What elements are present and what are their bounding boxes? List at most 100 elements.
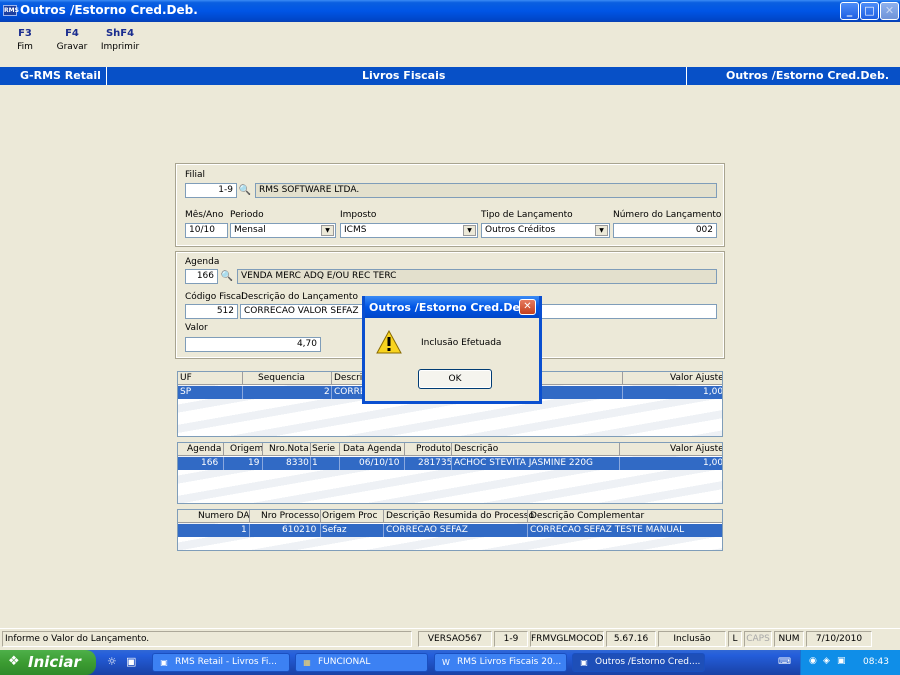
column-header[interactable]: Data Agenda — [343, 444, 402, 454]
cell: 281735 — [418, 458, 453, 468]
warning-icon — [376, 330, 402, 354]
status-filial: 1-9 — [494, 631, 528, 647]
status-caps: CAPS — [744, 631, 772, 647]
minimize-button[interactable]: _ — [840, 2, 859, 20]
chevron-down-icon[interactable]: ▼ — [463, 225, 476, 236]
cell: CORRECAO SEFAZ TESTE MANUAL — [530, 525, 685, 535]
grid-header: Agenda Origem Nro.Nota Serie Data Agenda… — [178, 443, 722, 456]
column-header[interactable]: Serie — [312, 444, 335, 454]
network-icon[interactable]: ◉ — [809, 656, 817, 666]
table-row[interactable]: 166 19 8330 1 06/10/10 281735 ACHOC STEV… — [178, 457, 723, 470]
chevron-down-icon[interactable]: ▼ — [595, 225, 608, 236]
status-num: NUM — [774, 631, 804, 647]
descricao-label: Descrição do Lançamento — [241, 292, 358, 302]
filial-code-input[interactable]: 1-9 — [185, 183, 237, 198]
rms-tray-icon[interactable]: ▣ — [837, 656, 846, 666]
periodo-label: Periodo — [230, 210, 264, 220]
valor-input[interactable]: 4,70 — [185, 337, 321, 352]
close-button[interactable]: ✕ — [880, 2, 899, 20]
module-header-bar: G-RMS Retail Livros Fiscais Outros /Esto… — [0, 67, 900, 85]
module-title: Livros Fiscais — [362, 69, 446, 82]
agenda-grid[interactable]: Agenda Origem Nro.Nota Serie Data Agenda… — [177, 442, 723, 504]
cell: 166 — [201, 458, 219, 468]
status-bar: Informe o Valor do Lançamento. VERSAO567… — [0, 628, 900, 648]
maximize-button[interactable]: □ — [860, 2, 879, 20]
shield-icon[interactable]: ◈ — [823, 656, 830, 666]
numero-input[interactable]: 002 — [613, 223, 717, 238]
taskbar-item-funcional[interactable]: ▦ FUNCIONAL — [295, 653, 428, 672]
separator — [106, 67, 107, 85]
column-header[interactable]: Valor Ajuste — [670, 373, 722, 383]
taskbar-item-outros-estorno[interactable]: ▣ Outros /Estorno Cred.... — [572, 653, 705, 672]
clock[interactable]: 08:43 — [863, 657, 889, 667]
taskbar-item-rms-livros[interactable]: W RMS Livros Fiscais 20... — [434, 653, 567, 672]
table-row[interactable]: 1 610210 Sefaz CORRECAO SEFAZ CORRECAO S… — [178, 524, 722, 537]
cell: 1,00 — [703, 458, 723, 468]
dialog-message: Inclusão Efetuada — [421, 338, 502, 348]
filial-label: Filial — [185, 170, 206, 180]
message-dialog: Outros /Estorno Cred.Deb. ✕ Inclusão Efe… — [362, 296, 542, 404]
column-header[interactable]: Descrição Complementar — [530, 511, 644, 521]
periodo-value: Mensal — [234, 225, 266, 235]
dialog-titlebar[interactable]: Outros /Estorno Cred.Deb. ✕ — [365, 296, 539, 318]
valor-label: Valor — [185, 323, 208, 333]
cell: Sefaz — [322, 525, 347, 535]
column-header[interactable]: Nro.Nota — [269, 444, 309, 454]
start-button[interactable]: ❖ Iniciar — [0, 650, 96, 675]
imposto-label: Imposto — [340, 210, 377, 220]
brand-label: G-RMS Retail — [20, 69, 101, 82]
status-version: VERSAO567 — [418, 631, 492, 647]
agenda-label: Agenda — [185, 257, 220, 267]
cell: 1 — [241, 525, 247, 535]
codfiscal-input[interactable]: 512 — [185, 304, 238, 319]
binoculars-icon[interactable]: 🔍 — [238, 184, 252, 198]
imposto-select[interactable]: ICMS ▼ — [340, 223, 478, 238]
status-mode: Inclusão — [658, 631, 726, 647]
agenda-code-input[interactable]: 166 — [185, 269, 218, 284]
column-header[interactable]: Descrição — [454, 444, 498, 454]
taskbar-item-label: RMS Retail - Livros Fi... — [175, 657, 277, 667]
toolbar-imprimir-button[interactable]: ShF4 Imprimir — [100, 28, 140, 52]
shortcut-label: Imprimir — [100, 42, 140, 52]
app-icon: RMS — [3, 5, 19, 16]
column-header[interactable]: Produto — [416, 444, 451, 454]
chevron-down-icon[interactable]: ▼ — [321, 225, 334, 236]
column-header[interactable]: Origem Proc — [322, 511, 377, 521]
cell: 06/10/10 — [359, 458, 400, 468]
ie-icon[interactable]: ☼ — [107, 655, 117, 668]
separator — [686, 67, 687, 85]
tipo-select[interactable]: Outros Créditos ▼ — [481, 223, 610, 238]
cell: 19 — [248, 458, 260, 468]
desktop-icon[interactable]: ▣ — [126, 655, 136, 668]
periodo-select[interactable]: Mensal ▼ — [230, 223, 336, 238]
cell: CORRECAO SEFAZ — [386, 525, 468, 535]
shortcut-key: ShF4 — [105, 28, 135, 39]
column-header[interactable]: Descrição Resumida do Processo — [386, 511, 534, 521]
taskbar-item-rms-retail[interactable]: ▣ RMS Retail - Livros Fi... — [152, 653, 290, 672]
word-doc-icon: W — [442, 658, 450, 667]
windows-logo-icon: ❖ — [8, 654, 20, 669]
column-header[interactable]: Sequencia — [258, 373, 305, 383]
column-header[interactable]: Numero DA — [198, 511, 250, 521]
cell: ACHOC STEVITA JASMINE 220G — [454, 458, 594, 468]
taskbar-item-label: Outros /Estorno Cred.... — [595, 657, 701, 667]
window-titlebar[interactable]: RMS Outros /Estorno Cred.Deb. _ □ ✕ — [0, 0, 900, 22]
column-header[interactable]: Agenda — [187, 444, 221, 454]
status-message: Informe o Valor do Lançamento. — [2, 631, 412, 647]
ok-button[interactable]: OK — [418, 369, 492, 389]
toolbar-gravar-button[interactable]: F4 Gravar — [52, 28, 92, 52]
processo-grid[interactable]: Numero DA Nro Processo Origem Proc Descr… — [177, 509, 723, 551]
dialog-close-button[interactable]: ✕ — [519, 299, 536, 315]
toolbar-fim-button[interactable]: F3 Fim — [5, 28, 45, 52]
folder-icon: ▦ — [303, 658, 311, 667]
dialog-title: Outros /Estorno Cred.Deb. — [369, 301, 532, 314]
window-title: Outros /Estorno Cred.Deb. — [20, 3, 198, 17]
cell: 1 — [312, 458, 318, 468]
column-header[interactable]: Origem — [230, 444, 263, 454]
binoculars-icon[interactable]: 🔍 — [220, 270, 234, 284]
column-header[interactable]: Nro Processo — [261, 511, 319, 521]
column-header[interactable]: UF — [180, 373, 192, 383]
column-header[interactable]: Valor Ajuste — [670, 444, 722, 454]
mesano-input[interactable]: 10/10 — [185, 223, 228, 238]
keyboard-icon[interactable]: ⌨ — [778, 657, 791, 667]
